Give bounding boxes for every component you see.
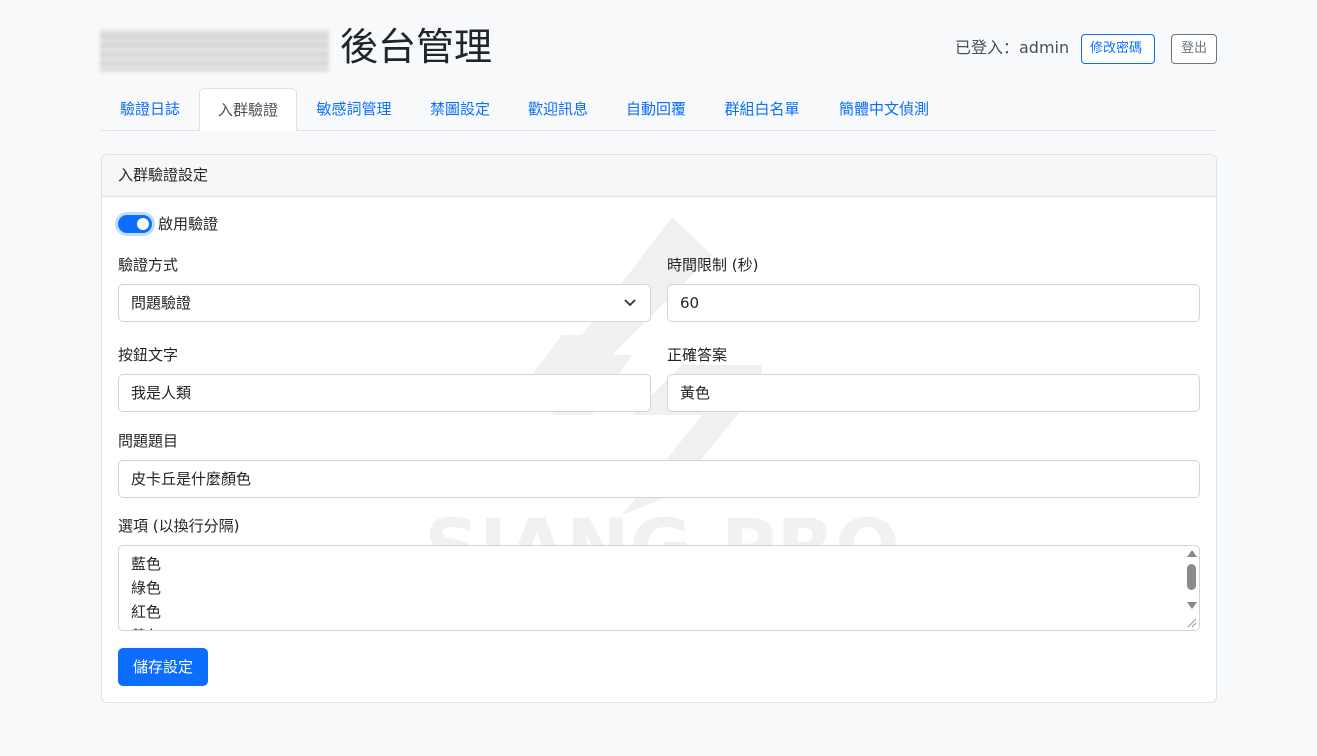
method-select-value: 問題驗證 <box>131 294 192 312</box>
tab-welcome-message[interactable]: 歡迎訊息 <box>509 88 607 130</box>
answer-label: 正確答案 <box>667 346 728 364</box>
tab-sensitive-words[interactable]: 敏感詞管理 <box>297 88 411 130</box>
save-settings-button[interactable]: 儲存設定 <box>118 648 208 686</box>
tab-group-whitelist[interactable]: 群組白名單 <box>705 88 819 130</box>
option-line: 藍色 <box>131 555 162 573</box>
resize-handle-icon[interactable] <box>1185 616 1197 628</box>
enable-verification-toggle[interactable] <box>118 215 152 233</box>
toggle-knob <box>137 218 149 230</box>
change-password-button[interactable]: 修改密碼 <box>1081 34 1155 64</box>
settings-card: 入群驗證設定 SIANG.PRO 啟用驗證 驗證方式 問題驗證 時間限制 (秒)… <box>101 154 1217 703</box>
card-title: 入群驗證設定 <box>102 155 1216 197</box>
blurred-logo <box>100 30 329 72</box>
scroll-thumb[interactable] <box>1187 564 1196 590</box>
option-line: 綠色 <box>131 579 162 597</box>
answer-input[interactable]: 黃色 <box>667 374 1200 412</box>
method-label: 驗證方式 <box>118 256 179 274</box>
options-label: 選項 (以換行分隔) <box>118 517 240 535</box>
tab-auto-reply[interactable]: 自動回覆 <box>607 88 705 130</box>
scroll-up-arrow-icon[interactable] <box>1187 550 1197 557</box>
enable-verification-label: 啟用驗證 <box>158 215 219 233</box>
chevron-down-icon <box>624 285 636 335</box>
scroll-down-arrow-icon[interactable] <box>1187 602 1197 609</box>
question-input[interactable]: 皮卡丘是什麼顏色 <box>118 460 1200 498</box>
button-text-label: 按鈕文字 <box>118 346 179 364</box>
question-label: 問題題目 <box>118 432 179 450</box>
tab-image-ban[interactable]: 禁圖設定 <box>411 88 509 130</box>
option-line: 紅色 <box>131 603 162 621</box>
logout-button[interactable]: 登出 <box>1171 34 1217 64</box>
tab-bar: 驗證日誌 入群驗證 敏感詞管理 禁圖設定 歡迎訊息 自動回覆 群組白名單 簡體中… <box>101 88 1217 131</box>
time-limit-input[interactable]: 60 <box>667 284 1200 322</box>
tab-join-verification[interactable]: 入群驗證 <box>199 88 297 131</box>
options-textarea[interactable]: 藍色 綠色 紅色 黃色 <box>118 545 1200 631</box>
page-title: 後台管理 <box>340 25 493 69</box>
tab-verification-log[interactable]: 驗證日誌 <box>101 88 199 130</box>
button-text-input[interactable]: 我是人類 <box>118 374 651 412</box>
option-line: 黃色 <box>131 624 1187 630</box>
tab-simplified-chinese-detection[interactable]: 簡體中文偵測 <box>819 88 949 130</box>
method-select[interactable]: 問題驗證 <box>118 284 651 322</box>
time-limit-label: 時間限制 (秒) <box>667 256 759 274</box>
logged-in-status: 已登入：admin <box>955 38 1070 57</box>
